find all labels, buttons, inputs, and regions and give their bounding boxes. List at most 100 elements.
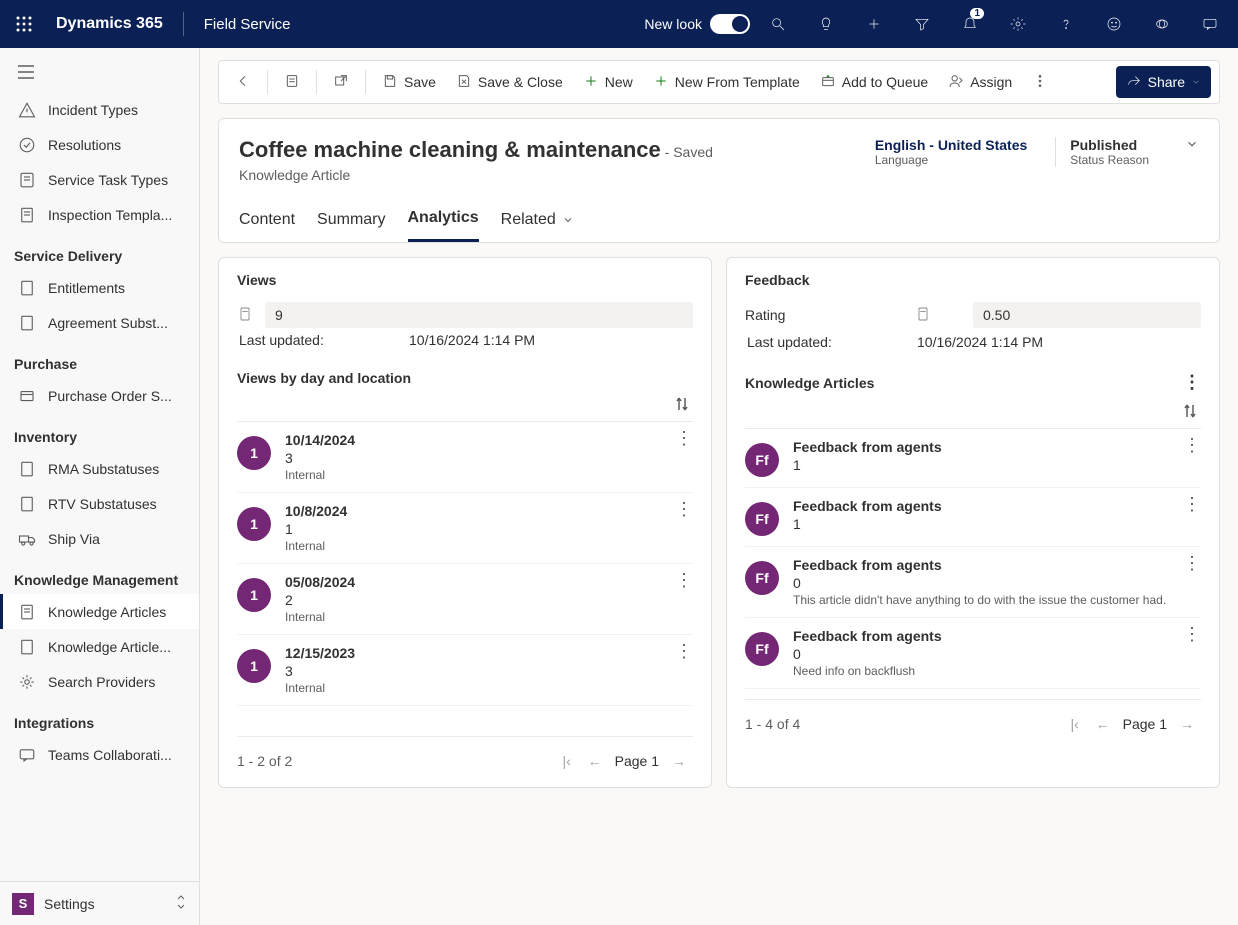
overflow-button[interactable]	[1024, 66, 1056, 98]
document-icon	[18, 638, 36, 656]
pager-next-button[interactable]: →	[665, 753, 693, 769]
sidebar-item-search-providers[interactable]: Search Providers	[0, 664, 199, 699]
assign-button[interactable]: Assign	[940, 66, 1020, 98]
tab-summary[interactable]: Summary	[317, 201, 385, 242]
list-item[interactable]: 1 10/8/2024 1 Internal ⋮	[237, 493, 693, 564]
feedback-subtitle: Knowledge Articles	[745, 375, 874, 391]
language-field[interactable]: English - United States Language	[875, 137, 1027, 167]
new-look-toggle[interactable]	[710, 14, 750, 34]
filter-button[interactable]	[902, 0, 942, 48]
row-more-button[interactable]: ⋮	[1183, 624, 1201, 645]
copilot-button[interactable]	[1142, 0, 1182, 48]
search-button[interactable]	[758, 0, 798, 48]
new-button[interactable]: New	[575, 66, 641, 98]
pager-first-button[interactable]: |‹	[553, 753, 581, 769]
document-icon	[18, 314, 36, 332]
list-item[interactable]: 1 05/08/2024 2 Internal ⋮	[237, 564, 693, 635]
avatar: Ff	[745, 632, 779, 666]
save-close-button[interactable]: Save & Close	[448, 66, 571, 98]
sidebar-item-service-task-types[interactable]: Service Task Types	[0, 162, 199, 197]
tab-related[interactable]: Related	[501, 201, 574, 242]
document-icon	[18, 279, 36, 297]
sidebar-item-knowledge-article-templates[interactable]: Knowledge Article...	[0, 629, 199, 664]
sidebar-item-resolutions[interactable]: Resolutions	[0, 127, 199, 162]
open-recent-button[interactable]	[276, 66, 308, 98]
new-look-label: New look	[644, 16, 702, 32]
area-initial: S	[12, 893, 34, 915]
row-more-button[interactable]: ⋮	[675, 570, 693, 591]
truck-icon	[18, 530, 36, 548]
sidebar-group-knowledge: Knowledge Management	[0, 556, 199, 594]
area-switcher[interactable]: S Settings	[0, 881, 199, 925]
list-item[interactable]: 1 10/14/2024 3 Internal ⋮	[237, 422, 693, 493]
app-launcher-button[interactable]	[8, 8, 40, 40]
list-item[interactable]: Ff Feedback from agents 1 ⋮	[745, 429, 1201, 488]
list-item[interactable]: Ff Feedback from agents 0 This article d…	[745, 547, 1201, 618]
save-button[interactable]: Save	[374, 66, 444, 98]
sidebar-item-inspection-templates[interactable]: Inspection Templa...	[0, 197, 199, 232]
task-icon	[18, 171, 36, 189]
notification-badge: 1	[970, 8, 984, 19]
rating-value: 0.50	[973, 302, 1201, 328]
document-icon	[18, 495, 36, 513]
open-new-window-button[interactable]	[325, 66, 357, 98]
share-button[interactable]: Share	[1116, 66, 1211, 98]
app-name-label: Field Service	[196, 16, 299, 33]
row-more-button[interactable]: ⋮	[675, 641, 693, 662]
pager: 1 - 2 of 2 |‹ ← Page 1 →	[237, 736, 693, 769]
sidebar-item-purchase-order-substatuses[interactable]: Purchase Order S...	[0, 378, 199, 413]
header-expand-button[interactable]	[1177, 137, 1199, 154]
pager-prev-button[interactable]: ←	[581, 753, 609, 769]
tab-analytics[interactable]: Analytics	[408, 201, 479, 242]
brand-label: Dynamics 365	[48, 15, 171, 33]
list-item[interactable]: Ff Feedback from agents 1 ⋮	[745, 488, 1201, 547]
chat-button[interactable]	[1190, 0, 1230, 48]
sidebar-group-inventory: Inventory	[0, 413, 199, 451]
last-updated-label: Last updated:	[747, 334, 917, 350]
pager-prev-button[interactable]: ←	[1089, 716, 1117, 732]
row-more-button[interactable]: ⋮	[675, 428, 693, 449]
row-more-button[interactable]: ⋮	[1183, 553, 1201, 574]
divider	[183, 12, 184, 36]
avatar: Ff	[745, 443, 779, 477]
purchase-icon	[18, 387, 36, 405]
lightbulb-button[interactable]	[806, 0, 846, 48]
tab-list: Content Summary Analytics Related	[239, 201, 1199, 242]
row-more-button[interactable]: ⋮	[1183, 435, 1201, 456]
sort-button[interactable]	[1183, 403, 1197, 422]
form-header: Coffee machine cleaning & maintenance - …	[218, 118, 1220, 243]
sort-button[interactable]	[675, 396, 689, 415]
sidebar-item-ship-via[interactable]: Ship Via	[0, 521, 199, 556]
sidebar-item-entitlements[interactable]: Entitlements	[0, 270, 199, 305]
help-button[interactable]	[1046, 0, 1086, 48]
rating-label: Rating	[745, 307, 875, 323]
new-from-template-button[interactable]: New From Template	[645, 66, 808, 98]
notifications-button[interactable]: 1	[950, 0, 990, 48]
back-button[interactable]	[227, 66, 259, 98]
add-to-queue-button[interactable]: Add to Queue	[812, 66, 936, 98]
document-icon	[18, 603, 36, 621]
pager-first-button[interactable]: |‹	[1061, 716, 1089, 732]
tab-content[interactable]: Content	[239, 201, 295, 242]
feedback-button[interactable]	[1094, 0, 1134, 48]
pager-range: 1 - 2 of 2	[237, 753, 292, 769]
row-more-button[interactable]: ⋮	[675, 499, 693, 520]
sidebar-item-teams-collaboration[interactable]: Teams Collaborati...	[0, 737, 199, 772]
row-more-button[interactable]: ⋮	[1183, 494, 1201, 515]
badge: 1	[237, 507, 271, 541]
sidebar-item-agreement-substatuses[interactable]: Agreement Subst...	[0, 305, 199, 340]
add-button[interactable]	[854, 0, 894, 48]
sidebar-toggle-button[interactable]	[0, 52, 199, 92]
list-item[interactable]: Ff Feedback from agents 0 Need info on b…	[745, 618, 1201, 689]
status-reason-field[interactable]: Published Status Reason	[1055, 137, 1149, 167]
settings-button[interactable]	[998, 0, 1038, 48]
sidebar-item-incident-types[interactable]: Incident Types	[0, 92, 199, 127]
check-icon	[18, 136, 36, 154]
pager-next-button[interactable]: →	[1173, 716, 1201, 732]
section-more-button[interactable]: ⋮	[1183, 372, 1201, 393]
sidebar-item-rma-substatuses[interactable]: RMA Substatuses	[0, 451, 199, 486]
sidebar-item-rtv-substatuses[interactable]: RTV Substatuses	[0, 486, 199, 521]
list-item[interactable]: 1 12/15/2023 3 Internal ⋮	[237, 635, 693, 706]
pager-page-label: Page 1	[1117, 716, 1173, 732]
sidebar-item-knowledge-articles[interactable]: Knowledge Articles	[0, 594, 199, 629]
